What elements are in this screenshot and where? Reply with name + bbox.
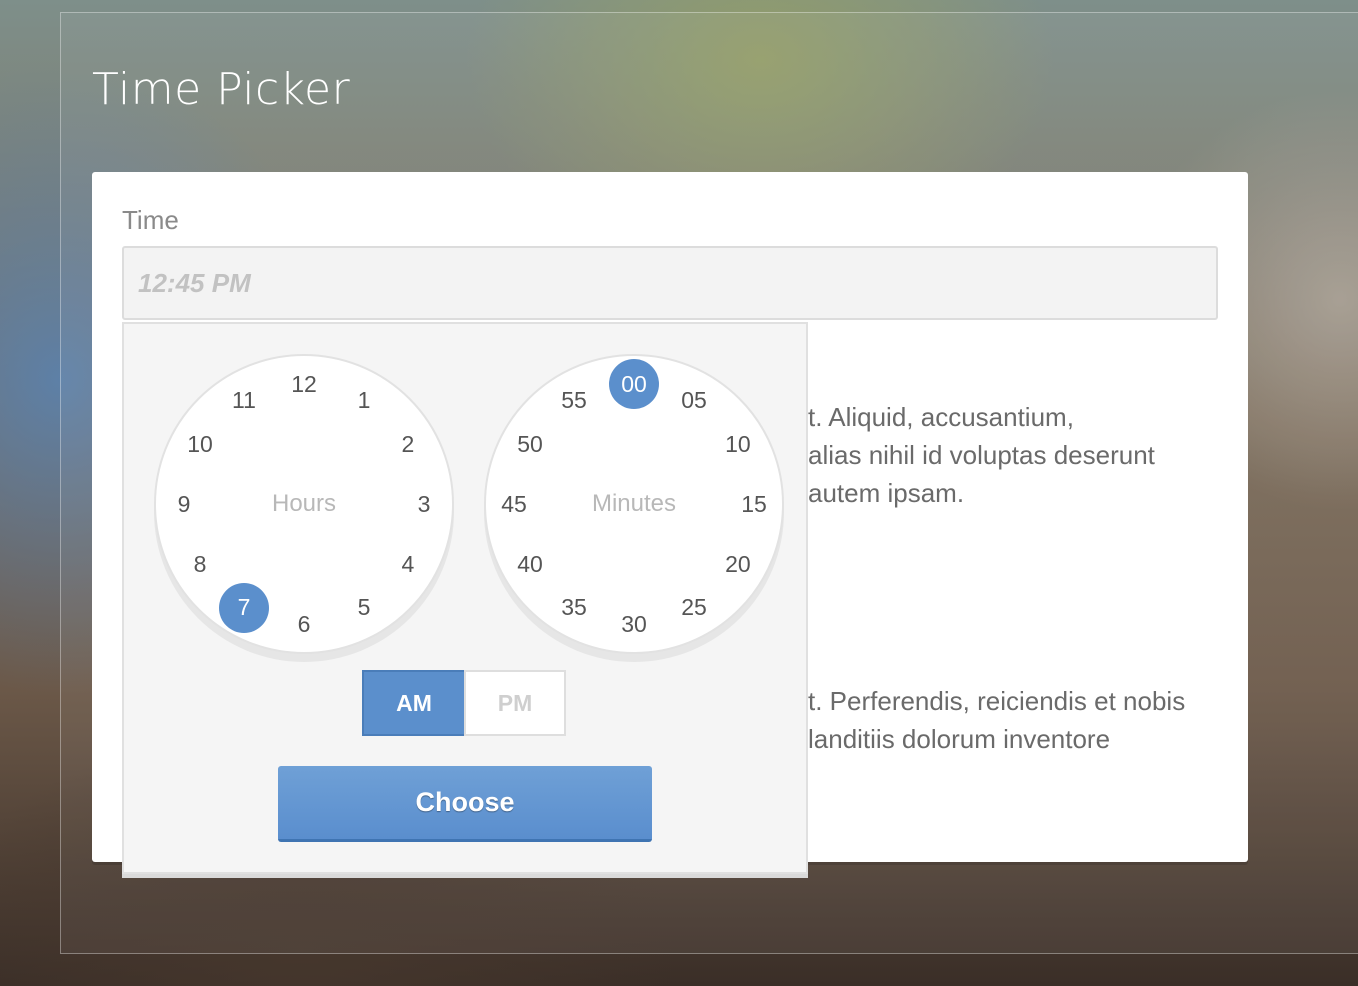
body-paragraph-2: t. Perferendis, reiciendis et nobis land… [808, 682, 1185, 758]
minute-tick-25[interactable]: 25 [669, 583, 719, 633]
minute-tick-35[interactable]: 35 [549, 583, 599, 633]
hour-tick-2[interactable]: 2 [383, 419, 433, 469]
paragraph-line: autem ipsam. [808, 478, 965, 508]
body-paragraph-1: t. Aliquid, accusantium, alias nihil id … [808, 398, 1155, 512]
time-field-label: Time [122, 205, 179, 235]
minute-tick-20[interactable]: 20 [713, 539, 763, 589]
hour-tick-12[interactable]: 12 [279, 359, 329, 409]
minute-tick-45[interactable]: 45 [489, 479, 539, 529]
hour-tick-10[interactable]: 10 [175, 419, 225, 469]
hours-dial[interactable]: Hours 12 1 2 3 4 5 6 7 8 9 10 11 [154, 354, 454, 654]
hour-tick-1[interactable]: 1 [339, 375, 389, 425]
minute-tick-50[interactable]: 50 [505, 419, 555, 469]
paragraph-line: alias nihil id voluptas deserunt [808, 440, 1155, 470]
minute-tick-05[interactable]: 05 [669, 375, 719, 425]
minute-tick-00[interactable]: 00 [609, 359, 659, 409]
minute-tick-55[interactable]: 55 [549, 375, 599, 425]
hour-tick-11[interactable]: 11 [219, 375, 269, 425]
pm-button[interactable]: PM [464, 670, 566, 736]
hour-tick-3[interactable]: 3 [399, 479, 449, 529]
time-input[interactable] [122, 246, 1218, 320]
am-button[interactable]: AM [362, 670, 464, 736]
hour-tick-5[interactable]: 5 [339, 583, 389, 633]
paragraph-line: t. Aliquid, accusantium, [808, 402, 1074, 432]
hour-tick-8[interactable]: 8 [175, 539, 225, 589]
paragraph-line: landitiis dolorum inventore [808, 724, 1111, 754]
hour-tick-7[interactable]: 7 [219, 582, 269, 633]
hour-tick-6[interactable]: 6 [279, 599, 329, 649]
hour-tick-9[interactable]: 9 [159, 479, 209, 529]
minute-tick-40[interactable]: 40 [505, 539, 555, 589]
am-pm-toggle: AM PM [362, 670, 566, 736]
hour-tick-4[interactable]: 4 [383, 539, 433, 589]
minutes-dial[interactable]: Minutes 00 05 10 15 20 25 30 35 40 45 50 55 [484, 354, 784, 654]
minute-tick-30[interactable]: 30 [609, 599, 659, 649]
minute-tick-10[interactable]: 10 [713, 419, 763, 469]
choose-button[interactable]: Choose [278, 766, 652, 842]
page-title: Time Picker [92, 64, 351, 115]
minute-tick-15[interactable]: 15 [729, 479, 779, 529]
paragraph-line: t. Perferendis, reiciendis et nobis [808, 686, 1186, 716]
